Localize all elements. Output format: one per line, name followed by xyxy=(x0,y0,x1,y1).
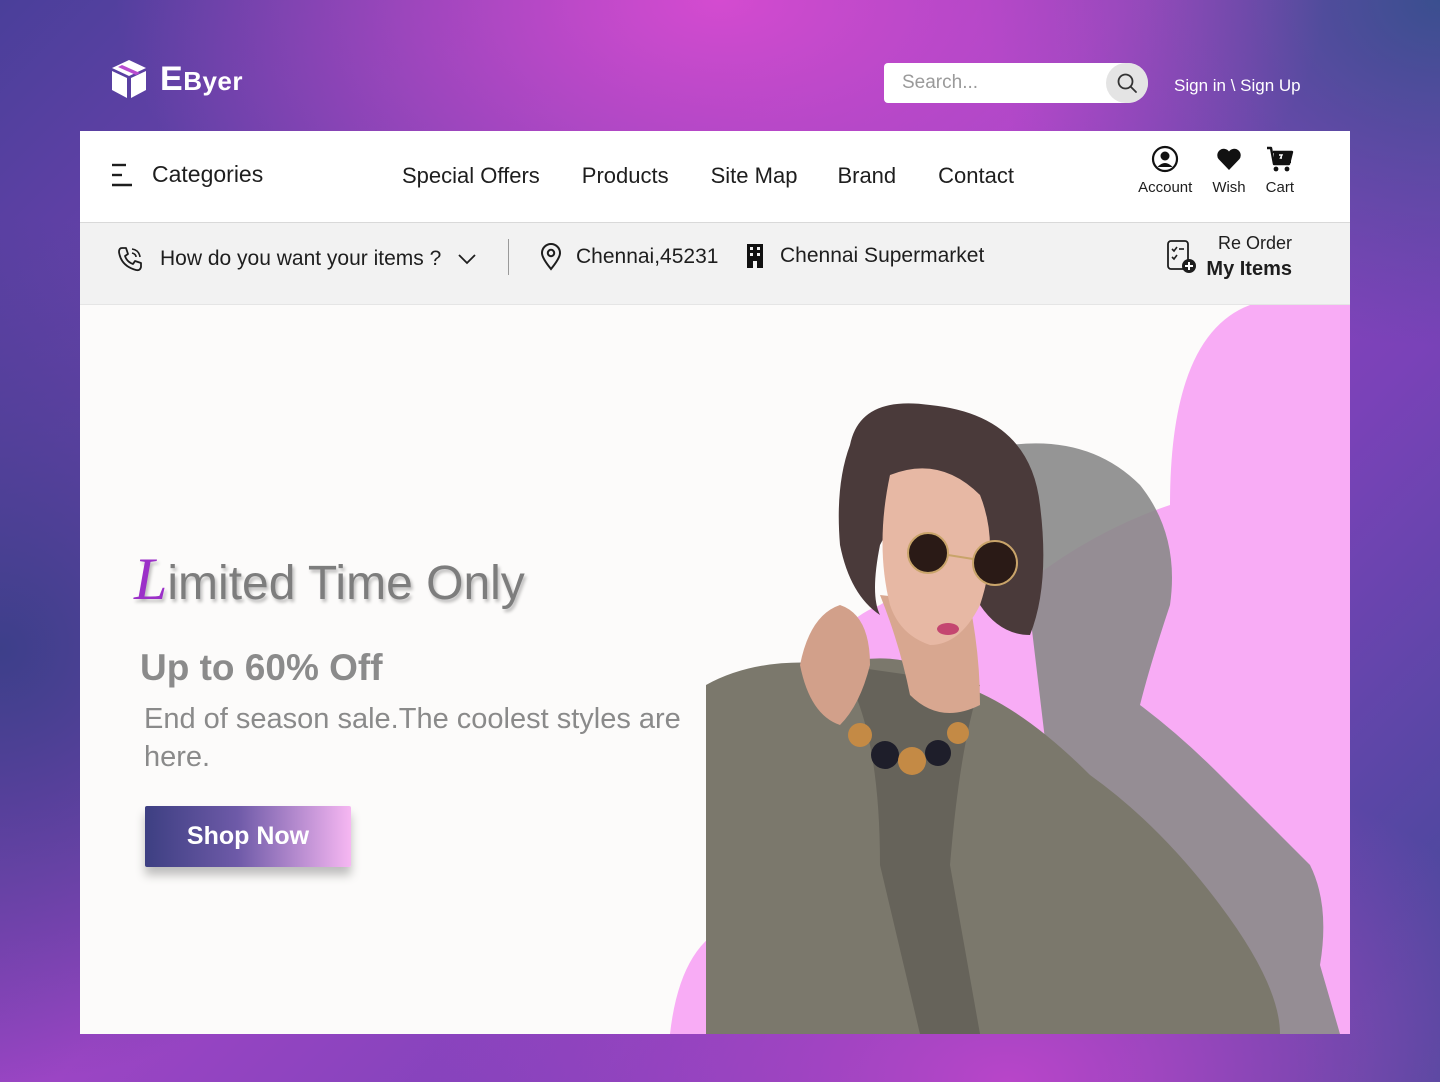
divider xyxy=(508,239,509,275)
hero-description: End of season sale.The coolest styles ar… xyxy=(144,703,681,773)
nav-link-products[interactable]: Products xyxy=(582,163,669,189)
brand-name: EByer xyxy=(160,59,244,98)
wish-label: Wish xyxy=(1212,179,1246,196)
search-button[interactable] xyxy=(1106,63,1148,103)
location-text: Chennai,45231 xyxy=(576,245,719,268)
cart-icon xyxy=(1266,146,1294,172)
store-text: Chennai Supermarket xyxy=(780,244,985,267)
hero-offer: Up to 60% Off xyxy=(140,647,383,688)
model-lips xyxy=(937,623,959,635)
location-pin-icon xyxy=(540,243,562,271)
sunglasses-lens-left xyxy=(907,532,949,574)
reorder-label: Re Order xyxy=(1217,233,1292,253)
nav-link-contact[interactable]: Contact xyxy=(938,163,1014,189)
logo[interactable]: EByer xyxy=(110,58,243,100)
necklace-bead xyxy=(871,741,899,769)
account-button[interactable]: Account xyxy=(1138,145,1192,196)
cart-button[interactable]: Cart xyxy=(1266,145,1294,196)
phone-icon xyxy=(118,247,142,272)
hamburger-icon xyxy=(112,163,132,186)
wish-button[interactable]: Wish xyxy=(1212,145,1246,196)
necklace-bead xyxy=(925,740,951,766)
nav-icons: Account Wish Cart xyxy=(1138,145,1294,196)
delivery-bar: How do you want your items ? Chennai,452… xyxy=(80,223,1350,305)
account-icon xyxy=(1152,145,1179,173)
delivery-prompt: How do you want your items ? xyxy=(160,247,442,270)
reorder-checklist-icon xyxy=(1167,240,1197,273)
store[interactable]: Chennai Supermarket xyxy=(744,243,984,269)
heart-icon xyxy=(1217,148,1241,170)
sunglasses-lens-right xyxy=(972,540,1018,586)
main-nav: Categories Special Offers Products Site … xyxy=(80,131,1350,223)
box-logo-icon xyxy=(112,60,146,98)
search-icon xyxy=(1117,73,1137,93)
nav-link-special-offers[interactable]: Special Offers xyxy=(402,163,540,189)
chevron-down-icon xyxy=(458,254,476,265)
building-icon xyxy=(747,244,763,268)
necklace-bead xyxy=(848,723,872,747)
sign-in-link[interactable]: Sign in \ Sign Up xyxy=(1174,76,1301,96)
categories-label: Categories xyxy=(152,161,264,187)
account-label: Account xyxy=(1138,179,1193,196)
reorder-my-items[interactable]: Re Order My Items xyxy=(1166,233,1292,281)
nav-link-site-map[interactable]: Site Map xyxy=(711,163,798,189)
location[interactable]: Chennai,45231 xyxy=(540,243,718,271)
shop-now-button[interactable]: Shop Now xyxy=(145,806,351,867)
hero-banner: Limited Time Only Up to 60% Off End of s… xyxy=(80,305,1350,1034)
necklace-bead xyxy=(947,722,969,744)
my-items-label: My Items xyxy=(1206,258,1292,280)
delivery-method-dropdown[interactable]: How do you want your items ? xyxy=(116,245,477,273)
hero-headline: Limited Time Only xyxy=(134,546,525,612)
search-box xyxy=(884,63,1148,103)
main-card: Categories Special Offers Products Site … xyxy=(80,131,1350,1034)
necklace-bead xyxy=(898,747,926,775)
categories-menu[interactable]: Categories xyxy=(110,161,263,188)
nav-link-brand[interactable]: Brand xyxy=(837,163,896,189)
cart-label: Cart xyxy=(1265,179,1294,196)
menu-links: Special Offers Products Site Map Brand C… xyxy=(402,163,1056,189)
search-input[interactable] xyxy=(884,72,1104,94)
